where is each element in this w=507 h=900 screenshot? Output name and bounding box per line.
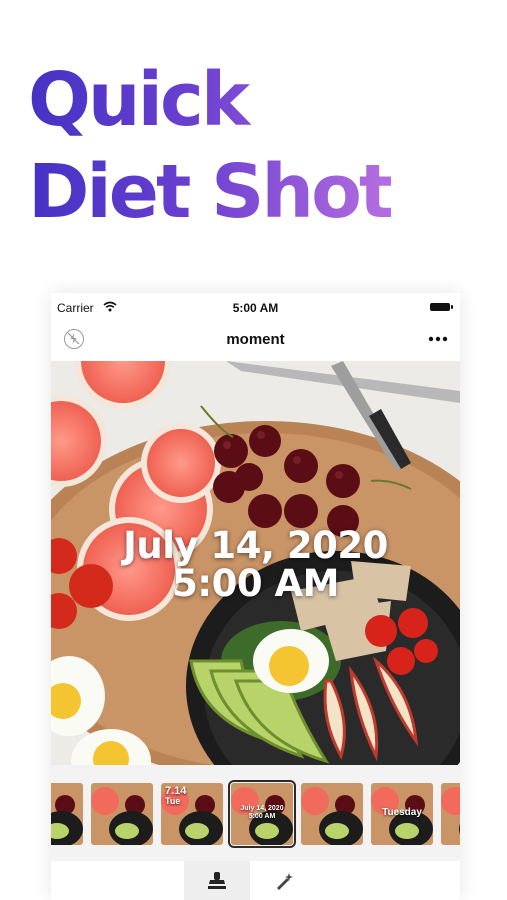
- thumbnail-item[interactable]: 7.14 Tue: [161, 783, 223, 845]
- thumb-day-label: Tue: [165, 796, 181, 806]
- stamp-date: July 14, 2020: [123, 524, 388, 567]
- date-stamp[interactable]: July 14, 2020 5:00 AM: [51, 527, 460, 603]
- tab-stamp[interactable]: [184, 861, 250, 900]
- status-time: 5:00 AM: [232, 301, 279, 315]
- thumbnail-item[interactable]: [91, 783, 153, 845]
- thumbnail-item[interactable]: Tuesday: [371, 783, 433, 845]
- stamp-time: 5:00 AM: [172, 562, 339, 605]
- thumbnail-item-selected[interactable]: July 14, 2020 5:00 AM: [228, 780, 296, 848]
- phone-screen: Carrier 5:00 AM moment July 14, 2020 5:0…: [51, 293, 460, 900]
- tab-effects[interactable]: [251, 861, 317, 900]
- status-bar: Carrier 5:00 AM: [51, 293, 460, 321]
- stamp-style-strip[interactable]: 7.14 Tue July 14, 2020 5:00 AM Tuesday: [51, 765, 460, 861]
- headline: Quick Diet Shot: [28, 54, 391, 238]
- nav-bar: moment: [51, 321, 460, 362]
- thumb-time-label: 5:00 AM: [248, 813, 276, 820]
- food-photo[interactable]: July 14, 2020 5:00 AM: [51, 361, 460, 765]
- thumbnail-item[interactable]: [301, 783, 363, 845]
- battery-icon: [430, 303, 453, 311]
- thumbnail-item[interactable]: [51, 783, 83, 845]
- magic-wand-icon: [277, 873, 293, 890]
- headline-line-1: Quick: [28, 57, 248, 143]
- nav-title: moment: [226, 331, 285, 348]
- tab-bar: [51, 861, 460, 900]
- more-icon[interactable]: [426, 329, 450, 349]
- thumbnail-item[interactable]: [441, 783, 460, 845]
- stamp-icon: [208, 872, 226, 889]
- thumb-day-label: Tuesday: [382, 807, 422, 818]
- headline-line-2: Diet Shot: [28, 149, 392, 235]
- thumb-date-label: July 14, 2020: [240, 805, 284, 812]
